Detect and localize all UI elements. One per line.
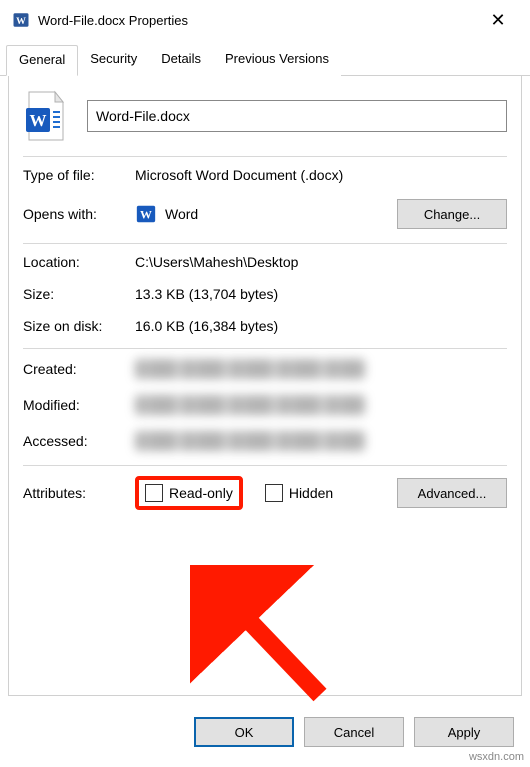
tab-previous-versions[interactable]: Previous Versions (213, 45, 341, 76)
titlebar: W Word-File.docx Properties ✕ (0, 0, 530, 40)
separator (23, 465, 507, 466)
cancel-button[interactable]: Cancel (304, 717, 404, 747)
apply-button[interactable]: Apply (414, 717, 514, 747)
value-type-of-file: Microsoft Word Document (.docx) (135, 167, 507, 183)
value-modified-redacted (135, 395, 365, 415)
label-size-on-disk: Size on disk: (23, 318, 135, 334)
label-created: Created: (23, 361, 135, 377)
checkbox-icon (145, 484, 163, 502)
advanced-button[interactable]: Advanced... (397, 478, 507, 508)
close-icon[interactable]: ✕ (478, 10, 518, 31)
label-type-of-file: Type of file: (23, 167, 135, 183)
tab-general[interactable]: General (6, 45, 78, 76)
word-app-icon: W (135, 203, 157, 225)
separator (23, 243, 507, 244)
value-accessed-redacted (135, 431, 365, 451)
checkbox-icon (265, 484, 283, 502)
separator (23, 156, 507, 157)
separator (23, 348, 507, 349)
change-button[interactable]: Change... (397, 199, 507, 229)
tab-details[interactable]: Details (149, 45, 213, 76)
attributes-row: Read-only Hidden (135, 476, 397, 510)
word-icon: W (12, 11, 30, 29)
label-modified: Modified: (23, 397, 135, 413)
tab-security[interactable]: Security (78, 45, 149, 76)
watermark: wsxdn.com (469, 751, 524, 763)
svg-text:W: W (16, 16, 26, 27)
value-created-redacted (135, 359, 365, 379)
window-title: Word-File.docx Properties (38, 13, 478, 28)
read-only-checkbox[interactable]: Read-only (145, 484, 233, 502)
hidden-checkbox[interactable]: Hidden (265, 484, 333, 502)
annotation-highlight: Read-only (135, 476, 243, 510)
svg-text:W: W (30, 111, 47, 130)
svg-text:W: W (140, 208, 152, 222)
value-opens-with: W Word (135, 203, 397, 225)
value-size-on-disk: 16.0 KB (16,384 bytes) (135, 318, 507, 334)
file-icon: W (23, 90, 69, 142)
dialog-footer: OK Cancel Apply (194, 717, 514, 747)
tab-strip: General Security Details Previous Versio… (0, 44, 530, 76)
filename-input[interactable] (87, 100, 507, 132)
read-only-label: Read-only (169, 485, 233, 501)
label-opens-with: Opens with: (23, 206, 135, 222)
label-accessed: Accessed: (23, 433, 135, 449)
label-location: Location: (23, 254, 135, 270)
general-panel: W Type of file: Microsoft Word Document … (8, 76, 522, 696)
label-size: Size: (23, 286, 135, 302)
value-size: 13.3 KB (13,704 bytes) (135, 286, 507, 302)
value-location: C:\Users\Mahesh\Desktop (135, 254, 507, 270)
file-row: W (23, 90, 507, 142)
opens-with-app: Word (165, 206, 198, 222)
label-attributes: Attributes: (23, 485, 135, 501)
ok-button[interactable]: OK (194, 717, 294, 747)
hidden-label: Hidden (289, 485, 333, 501)
